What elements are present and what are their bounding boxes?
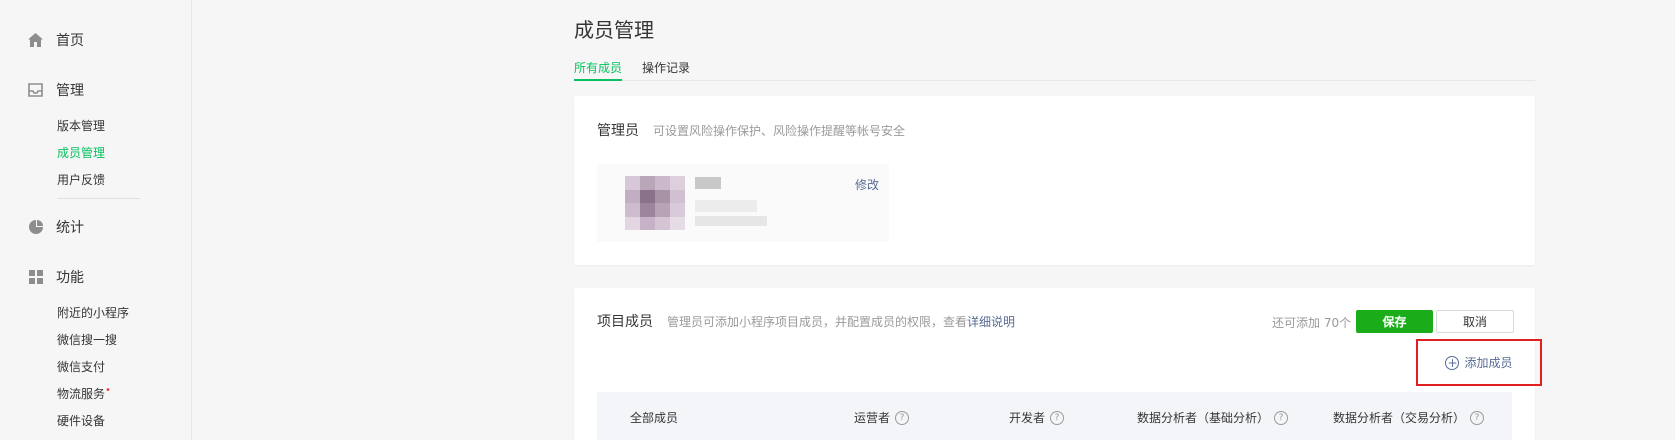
admin-title: 管理员 — [597, 123, 639, 139]
details-link[interactable]: 详细说明 — [967, 315, 1015, 329]
add-member-button[interactable]: + 添加成员 — [1416, 339, 1542, 386]
sidebar-item-logistics-label: 物流服务 — [57, 387, 106, 401]
column-label: 开发者 — [1009, 411, 1046, 425]
column-operator: 运营者? — [854, 409, 910, 426]
question-icon[interactable]: ? — [1470, 410, 1485, 425]
question-icon[interactable]: ? — [895, 410, 910, 425]
inbox-icon — [28, 83, 43, 98]
sidebar-item-nearby[interactable]: 附近的小程序 — [57, 304, 129, 321]
nav-home[interactable]: 首页 — [28, 30, 84, 50]
pie-chart-icon — [28, 220, 43, 235]
admin-name-redacted — [695, 177, 721, 189]
members-table-header: 全部成员 运营者? 开发者? 数据分析者（基础分析）? 数据分析者（交易分析）? — [597, 392, 1512, 440]
column-label: 运营者 — [854, 411, 891, 425]
grid-icon — [28, 270, 43, 285]
sidebar-item-members[interactable]: 成员管理 — [57, 144, 105, 161]
home-icon — [28, 33, 43, 48]
members-card: 项目成员 管理员可添加小程序项目成员，并配置成员的权限，查看详细说明 还可添加 7… — [574, 288, 1542, 440]
tab-operation-log[interactable]: 操作记录 — [642, 56, 690, 81]
admin-card-header: 管理员 可设置风险操作保护、风险操作提醒等帐号安全 — [597, 120, 905, 140]
new-dot: • — [105, 385, 111, 396]
question-icon[interactable]: ? — [1050, 410, 1065, 425]
members-desc: 管理员可添加小程序项目成员，并配置成员的权限，查看详细说明 — [667, 315, 1015, 329]
nav-stats[interactable]: 统计 — [28, 217, 84, 237]
nav-features[interactable]: 功能 — [28, 267, 84, 287]
avatar — [625, 176, 685, 230]
nav-manage[interactable]: 管理 — [28, 80, 84, 100]
members-card-header: 项目成员 管理员可添加小程序项目成员，并配置成员的权限，查看详细说明 — [597, 311, 1015, 331]
add-member-label: 添加成员 — [1464, 356, 1513, 370]
sidebar-item-version[interactable]: 版本管理 — [57, 117, 105, 134]
tab-all-members[interactable]: 所有成员 — [574, 56, 623, 81]
sidebar: 首页 管理 版本管理 成员管理 用户反馈 统计 功能 附近的小程序 微信搜一搜 … — [0, 0, 192, 440]
column-label: 全部成员 — [630, 411, 679, 425]
admin-card: 管理员 可设置风险操作保护、风险操作提醒等帐号安全 修改 — [574, 96, 1535, 265]
page-title: 成员管理 — [574, 18, 654, 42]
cancel-button[interactable]: 取消 — [1436, 310, 1514, 333]
nav-stats-label: 统计 — [56, 220, 84, 236]
tab-bar: 所有成员 操作记录 — [574, 56, 1535, 81]
column-analyst-trade: 数据分析者（交易分析）? — [1333, 409, 1485, 426]
column-all-members: 全部成员 — [630, 409, 678, 426]
save-button[interactable]: 保存 — [1356, 310, 1433, 333]
admin-desc: 可设置风险操作保护、风险操作提醒等帐号安全 — [653, 124, 906, 138]
plus-circle-icon: + — [1445, 355, 1460, 370]
column-analyst-basic: 数据分析者（基础分析）? — [1137, 409, 1289, 426]
remaining-count: 还可添加 70个 — [1272, 316, 1352, 330]
admin-detail-redacted — [695, 216, 767, 226]
nav-home-label: 首页 — [56, 33, 84, 49]
sidebar-item-hardware[interactable]: 硬件设备 — [57, 412, 105, 429]
column-label: 数据分析者（基础分析） — [1137, 411, 1270, 425]
sidebar-item-feedback[interactable]: 用户反馈 — [57, 171, 105, 188]
question-icon[interactable]: ? — [1274, 410, 1289, 425]
admin-info: 修改 — [597, 164, 889, 242]
admin-detail-redacted — [695, 200, 757, 212]
sidebar-item-search[interactable]: 微信搜一搜 — [57, 331, 117, 348]
column-developer: 开发者? — [1009, 409, 1065, 426]
sidebar-item-pay[interactable]: 微信支付 — [57, 358, 105, 375]
edit-admin-link[interactable]: 修改 — [855, 176, 879, 193]
members-desc-text: 管理员可添加小程序项目成员，并配置成员的权限，查看 — [667, 315, 968, 329]
members-title: 项目成员 — [597, 314, 653, 330]
column-label: 数据分析者（交易分析） — [1333, 411, 1466, 425]
nav-manage-label: 管理 — [56, 83, 84, 99]
sidebar-item-logistics[interactable]: 物流服务• — [57, 385, 111, 402]
nav-features-label: 功能 — [56, 270, 84, 286]
sidebar-divider — [57, 198, 140, 199]
